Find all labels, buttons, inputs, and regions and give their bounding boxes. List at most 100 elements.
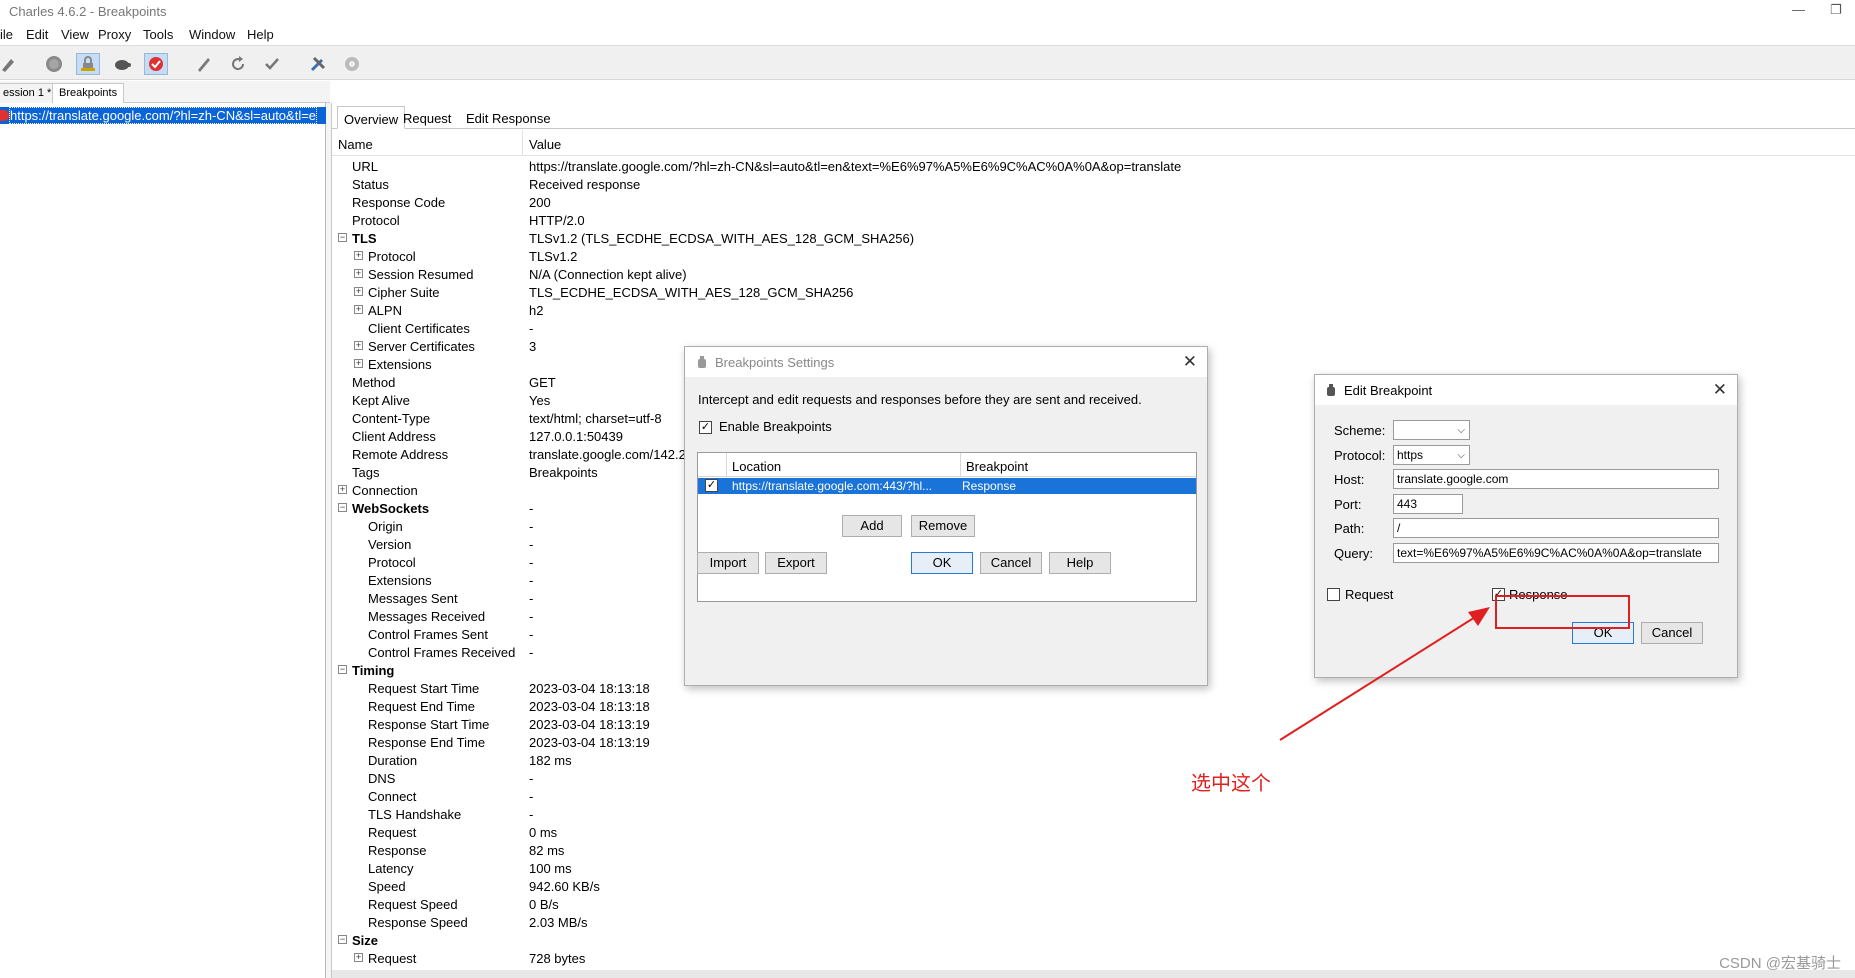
menu-window[interactable]: Window [189, 27, 235, 42]
import-button[interactable]: Import [697, 552, 759, 574]
remove-button[interactable]: Remove [911, 515, 975, 537]
expand-icon[interactable]: + [354, 269, 363, 278]
menu-help[interactable]: Help [247, 27, 274, 42]
compose-pen-icon[interactable] [192, 53, 216, 75]
tab-breakpoints[interactable]: Breakpoints [52, 83, 125, 103]
collapse-icon[interactable]: − [338, 935, 347, 944]
row-enabled-checkbox[interactable]: ✓ [705, 479, 718, 492]
export-button[interactable]: Export [765, 552, 827, 574]
table-row[interactable]: TLS Handshake - [332, 805, 1855, 823]
expand-icon[interactable]: + [338, 485, 347, 494]
table-row[interactable]: Response Code 200 [332, 193, 1855, 211]
tab-request[interactable]: Request [397, 106, 457, 129]
column-breakpoint-header[interactable]: Breakpoint [966, 459, 1028, 474]
expand-icon[interactable]: + [354, 305, 363, 314]
help-button[interactable]: Help [1049, 552, 1111, 574]
enable-breakpoints-checkbox[interactable]: ✓ [699, 421, 712, 434]
menu-view[interactable]: View [61, 27, 89, 42]
table-row[interactable]: + Protocol TLSv1.2 [332, 247, 1855, 265]
row-name: TLS [352, 231, 377, 246]
table-row[interactable]: Latency 100 ms [332, 859, 1855, 877]
table-row[interactable]: Request 0 ms [332, 823, 1855, 841]
expand-icon[interactable]: + [354, 251, 363, 260]
breakpoints-icon[interactable] [144, 53, 168, 75]
ssl-proxying-icon[interactable] [76, 53, 100, 75]
validate-check-icon[interactable] [260, 53, 284, 75]
table-row[interactable]: + Request 728 bytes [332, 949, 1855, 967]
table-row[interactable]: Response 82 ms [332, 841, 1855, 859]
dialog-title: Breakpoints Settings [715, 355, 835, 370]
collapse-icon[interactable]: − [338, 503, 347, 512]
table-row[interactable]: ✓ https://translate.google.com:443/?hl..… [698, 478, 1196, 494]
tab-overview[interactable]: Overview [337, 106, 406, 129]
settings-gear-icon[interactable] [340, 53, 364, 75]
minimize-icon[interactable]: — [1792, 2, 1805, 17]
close-icon[interactable]: ✕ [1183, 352, 1197, 372]
table-row[interactable]: Protocol HTTP/2.0 [332, 211, 1855, 229]
table-row[interactable]: Connect - [332, 787, 1855, 805]
menu-proxy[interactable]: Proxy [98, 27, 131, 42]
scheme-select[interactable]: ⌵ [1393, 420, 1470, 440]
collapse-icon[interactable]: − [338, 665, 347, 674]
column-name-header[interactable]: Name [338, 137, 373, 152]
path-field[interactable]: / [1393, 518, 1719, 538]
request-checkbox-label[interactable]: Request [1345, 587, 1393, 602]
table-row[interactable]: Response Start Time 2023-03-04 18:13:19 [332, 715, 1855, 733]
cancel-button[interactable]: Cancel [1641, 622, 1703, 644]
table-row[interactable]: + ALPN h2 [332, 301, 1855, 319]
table-row[interactable]: Response End Time 2023-03-04 18:13:19 [332, 733, 1855, 751]
expand-icon[interactable]: + [354, 287, 363, 296]
table-row[interactable]: + Cipher Suite TLS_ECDHE_ECDSA_WITH_AES_12… [332, 283, 1855, 301]
menu-tools[interactable]: Tools [143, 27, 173, 42]
query-field[interactable]: text=%E6%97%A5%E6%9C%AC%0A%0A&op=transla… [1393, 543, 1719, 563]
charles-pot-icon [1327, 384, 1335, 396]
add-button[interactable]: Add [842, 515, 902, 537]
row-value: 2023-03-04 18:13:18 [529, 699, 650, 714]
table-row[interactable]: Client Certificates - [332, 319, 1855, 337]
column-divider[interactable] [522, 130, 523, 156]
table-row[interactable]: Duration 182 ms [332, 751, 1855, 769]
collapse-icon[interactable]: − [338, 233, 347, 242]
table-row[interactable]: Status Received response [332, 175, 1855, 193]
port-field[interactable]: 443 [1393, 494, 1463, 514]
restore-icon[interactable]: ❐ [1830, 2, 1842, 18]
table-row[interactable]: Request End Time 2023-03-04 18:13:18 [332, 697, 1855, 715]
horizontal-scrollbar[interactable] [332, 970, 1855, 978]
expand-icon[interactable]: + [354, 953, 363, 962]
broom-icon[interactable] [0, 53, 20, 75]
table-row[interactable]: − Size [332, 931, 1855, 949]
table-row[interactable]: DNS - [332, 769, 1855, 787]
row-name: Connection [352, 483, 418, 498]
table-row[interactable]: Request Speed 0 B/s [332, 895, 1855, 913]
table-row[interactable]: + Session Resumed N/A (Connection kept ali… [332, 265, 1855, 283]
annotation-text: 选中这个 [1191, 771, 1271, 795]
tab-session-1[interactable]: ession 1 * [0, 83, 59, 103]
expand-icon[interactable]: + [354, 359, 363, 368]
detail-tab-bar: Overview Request Edit Response [332, 103, 1855, 129]
protocol-select[interactable]: https ⌵ [1393, 445, 1470, 465]
row-value: https://translate.google.com/?hl=zh-CN&s… [529, 159, 1182, 174]
ok-button[interactable]: OK [911, 552, 973, 574]
host-field[interactable]: translate.google.com [1393, 469, 1719, 489]
column-value-header[interactable]: Value [529, 137, 561, 152]
enable-breakpoints-label[interactable]: Enable Breakpoints [719, 419, 832, 434]
throttle-turtle-icon[interactable] [110, 53, 134, 75]
table-row[interactable]: Speed 942.60 KB/s [332, 877, 1855, 895]
request-list-item[interactable]: https://translate.google.com/?hl=zh-CN&s… [0, 107, 326, 124]
table-row[interactable]: − TLS TLSv1.2 (TLS_ECDHE_ECDSA_WITH_AES_12… [332, 229, 1855, 247]
menu-edit[interactable]: Edit [26, 27, 48, 42]
close-icon[interactable]: ✕ [1713, 380, 1727, 400]
table-row[interactable]: Response Speed 2.03 MB/s [332, 913, 1855, 931]
cancel-button[interactable]: Cancel [980, 552, 1042, 574]
repeat-icon[interactable] [226, 53, 250, 75]
tab-edit-response[interactable]: Edit Response [460, 106, 557, 129]
menu-file[interactable]: ile [0, 27, 13, 42]
expand-icon[interactable]: + [354, 341, 363, 350]
column-location-header[interactable]: Location [732, 459, 781, 474]
row-name: Request Speed [368, 897, 458, 912]
record-icon[interactable] [42, 53, 66, 75]
row-name: WebSockets [352, 501, 430, 516]
request-checkbox[interactable] [1327, 588, 1340, 601]
tools-icon[interactable] [306, 53, 330, 75]
table-row[interactable]: URL https://translate.google.com/?hl=zh-C… [332, 157, 1855, 175]
